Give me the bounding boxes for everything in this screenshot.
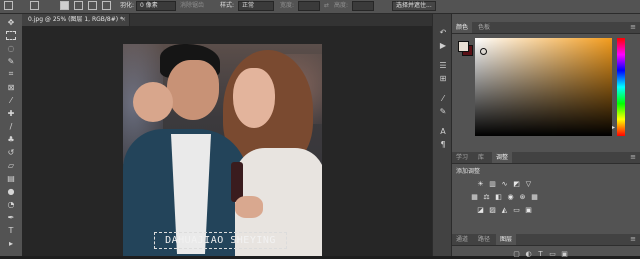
color-balance-icon[interactable]: ⚖ xyxy=(482,193,491,202)
panel-menu-icon[interactable]: ≡ xyxy=(630,153,636,161)
panel-icon-strip: ↶ ▶ ☰ ⊞ ⁄ ✎ A ¶ xyxy=(432,14,452,256)
character-icon[interactable]: A xyxy=(438,127,448,137)
woman-arm xyxy=(133,82,173,122)
dodge-icon[interactable]: ◔ xyxy=(6,199,16,209)
actions-icon[interactable]: ▶ xyxy=(438,41,448,51)
hue-slider-handle[interactable]: ▸ xyxy=(612,124,615,131)
photo-filter-icon[interactable]: ◉ xyxy=(506,193,515,202)
new-selection-icon[interactable] xyxy=(30,1,39,10)
filter-pixel-icon[interactable]: ▢ xyxy=(512,250,521,259)
style-select[interactable]: 正常 xyxy=(238,1,274,11)
height-label: 高度: xyxy=(334,2,349,9)
width-input[interactable] xyxy=(298,1,320,11)
gradient-map-icon[interactable]: ▭ xyxy=(512,206,521,215)
crop-icon[interactable]: ⌗ xyxy=(6,69,16,79)
width-label: 宽度: xyxy=(280,2,295,9)
gradient-icon[interactable]: ▤ xyxy=(6,173,16,183)
man-face xyxy=(167,60,219,120)
filter-shape-icon[interactable]: ▭ xyxy=(548,250,557,259)
hue-slider[interactable] xyxy=(617,38,625,136)
posterize-icon[interactable]: ▨ xyxy=(488,206,497,215)
subtract-selection-icon[interactable] xyxy=(74,1,83,10)
feather-input[interactable]: 0 像素 xyxy=(136,1,176,11)
invert-icon[interactable]: ◪ xyxy=(476,206,485,215)
color-panel-tabs: 颜色 色板 ≡ xyxy=(452,22,640,34)
color-lookup-icon[interactable]: ▦ xyxy=(530,193,539,202)
move-icon[interactable]: ✥ xyxy=(6,17,16,27)
history-icon[interactable]: ↶ xyxy=(438,28,448,38)
blur-icon[interactable]: ● xyxy=(6,186,16,196)
levels-icon[interactable]: ▥ xyxy=(488,180,497,189)
tab-layers[interactable]: 图层 xyxy=(496,234,517,245)
close-icon[interactable]: × xyxy=(121,14,126,26)
filter-type-icon[interactable]: T xyxy=(536,250,545,259)
add-selection-icon[interactable] xyxy=(60,1,69,10)
layers-panel-tabs: 通道 路径 图层 ≡ xyxy=(452,234,640,246)
add-adjustment-label: 添加调整 xyxy=(456,168,481,175)
adjust-sliders-icon[interactable]: ⊞ xyxy=(438,74,448,84)
history-brush-icon[interactable]: ↺ xyxy=(6,147,16,157)
path-select-icon[interactable]: ▸ xyxy=(6,238,16,248)
frame-icon[interactable]: ⊠ xyxy=(6,82,16,92)
right-panels: 颜色 色板 ≡ ▸ 学习 库 调整 ≡ 添加调整 ☀ ▥ ∿ ◩ ▽ ▦ ⚖ ◧… xyxy=(452,14,640,259)
marquee-icon[interactable] xyxy=(6,30,16,40)
antialias-checkbox-label[interactable]: 消除锯齿 xyxy=(180,1,204,11)
woman-hand xyxy=(235,196,263,218)
vibrance-icon[interactable]: ▽ xyxy=(524,180,533,189)
panel-menu-icon[interactable]: ≡ xyxy=(630,23,636,31)
document-tab-title: 0.jpg @ 25% (图层 1, RGB/8#) * xyxy=(28,16,123,23)
options-bar: 羽化: 0 像素 消除锯齿 样式: 正常 宽度: ⇄ 高度: 选择并遮住... xyxy=(0,0,640,14)
foreground-color-swatch[interactable] xyxy=(458,41,469,52)
black-white-icon[interactable]: ◧ xyxy=(494,193,503,202)
color-picker-cursor xyxy=(480,48,487,55)
tab-swatches[interactable]: 色板 xyxy=(474,22,494,33)
eyedropper-icon[interactable]: ⁄ xyxy=(6,95,16,105)
exposure-icon[interactable]: ◩ xyxy=(512,180,521,189)
feather-label: 羽化: xyxy=(120,2,135,9)
color-picker-field[interactable] xyxy=(475,38,612,136)
brush-settings-icon[interactable]: ⁄ xyxy=(438,94,448,104)
tab-color[interactable]: 颜色 xyxy=(452,22,473,33)
brightness-contrast-icon[interactable]: ☀ xyxy=(476,180,485,189)
document-image[interactable]: DAHUAJIAO SHEYING xyxy=(123,44,322,256)
healing-brush-icon[interactable]: ✚ xyxy=(6,108,16,118)
paragraph-icon[interactable]: ¶ xyxy=(438,140,448,150)
style-label: 样式: xyxy=(220,2,235,9)
brush-presets-icon[interactable]: ✎ xyxy=(438,107,448,117)
selective-color-icon[interactable]: ▣ xyxy=(524,206,533,215)
lasso-icon[interactable]: ◌ xyxy=(6,43,16,53)
threshold-icon[interactable]: ◭ xyxy=(500,206,509,215)
properties-icon[interactable]: ☰ xyxy=(438,61,448,71)
swap-icon[interactable]: ⇄ xyxy=(324,1,329,11)
brush-icon[interactable]: / xyxy=(6,121,16,131)
document-tab[interactable]: 0.jpg @ 25% (图层 1, RGB/8#) * × xyxy=(22,14,130,26)
quick-select-icon[interactable]: ✎ xyxy=(6,56,16,66)
tool-preset-icon[interactable] xyxy=(4,1,13,10)
woman-face xyxy=(233,68,275,128)
pen-icon[interactable]: ✒ xyxy=(6,212,16,222)
eraser-icon[interactable]: ▱ xyxy=(6,160,16,170)
hue-saturation-icon[interactable]: ▦ xyxy=(470,193,479,202)
tab-learn[interactable]: 学习 xyxy=(452,152,472,163)
type-icon[interactable]: T xyxy=(6,225,16,235)
curves-icon[interactable]: ∿ xyxy=(500,180,509,189)
document-tab-bar: 0.jpg @ 25% (图层 1, RGB/8#) * × xyxy=(22,14,432,26)
tab-channels[interactable]: 通道 xyxy=(452,234,472,245)
filter-adjustment-icon[interactable]: ◐ xyxy=(524,250,533,259)
adjustments-panel-tabs: 学习 库 调整 ≡ xyxy=(452,152,640,164)
panel-menu-icon[interactable]: ≡ xyxy=(630,235,636,243)
exclude-selection-icon[interactable] xyxy=(102,1,111,10)
select-and-mask-button[interactable]: 选择并遮住... xyxy=(392,1,436,11)
intersect-selection-icon[interactable] xyxy=(88,1,97,10)
watermark-text-selection[interactable]: DAHUAJIAO SHEYING xyxy=(154,232,287,249)
channel-mixer-icon[interactable]: ⊛ xyxy=(518,193,527,202)
height-input[interactable] xyxy=(352,1,374,11)
tab-paths[interactable]: 路径 xyxy=(474,234,494,245)
clone-stamp-icon[interactable]: ♣ xyxy=(6,134,16,144)
tab-libraries[interactable]: 库 xyxy=(474,152,488,163)
tab-adjustments[interactable]: 调整 xyxy=(492,152,513,163)
filter-smart-object-icon[interactable]: ▣ xyxy=(560,250,569,259)
tools-panel: ✥ ◌ ✎ ⌗ ⊠ ⁄ ✚ / ♣ ↺ ▱ ▤ ● ◔ ✒ T ▸ xyxy=(0,14,23,256)
